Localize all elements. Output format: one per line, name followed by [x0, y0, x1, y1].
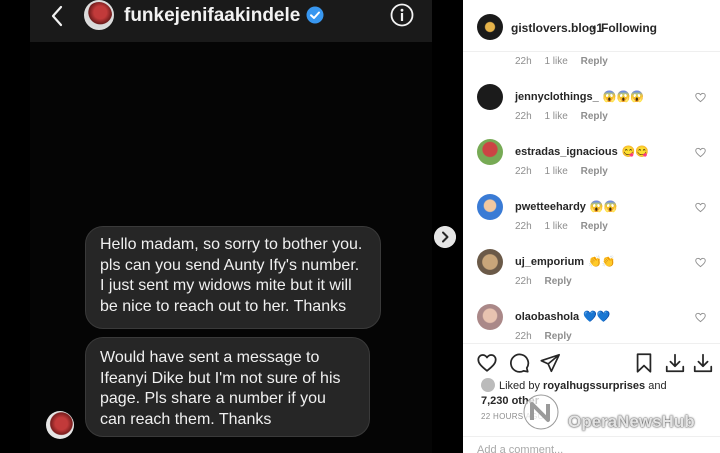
action-bar	[463, 343, 720, 383]
commenter-username[interactable]: uj_emporium	[515, 256, 584, 268]
add-comment-field[interactable]: Add a comment...	[463, 436, 720, 453]
comment-meta: 22h 1 like Reply	[515, 166, 618, 177]
owner-avatar[interactable]	[477, 14, 503, 40]
comment-text: olaobashola 💙💙	[515, 310, 611, 323]
comment-meta: 22h 1 like Reply	[515, 56, 618, 67]
reply-button[interactable]: Reply	[581, 166, 608, 177]
share-icon[interactable]	[539, 352, 561, 374]
likes-summary: Liked by royalhugssurprises and 7,230 ot…	[481, 378, 716, 409]
comment-meta: 22h 1 like Reply	[515, 221, 618, 232]
liker-username[interactable]: royalhugssurprises	[543, 380, 645, 392]
sender-avatar	[46, 411, 74, 439]
comment-body: 👏👏	[588, 256, 616, 268]
comment-time: 22h	[515, 331, 532, 341]
reply-button[interactable]: Reply	[544, 276, 571, 287]
heart-icon[interactable]	[695, 147, 706, 158]
save-icon[interactable]	[633, 352, 655, 374]
commenter-username[interactable]: estradas_ignacious	[515, 146, 618, 158]
commenter-username[interactable]: jennyclothings_	[515, 91, 599, 103]
comment: uj_emporium 👏👏	[463, 249, 720, 289]
comment-body: 😱😱	[589, 201, 618, 213]
reply-button[interactable]: Reply	[581, 221, 608, 232]
post-timestamp: 22 HOURS AGO	[481, 412, 545, 421]
comment-time: 22h	[515, 166, 532, 177]
liker-avatar	[481, 378, 495, 392]
reply-button[interactable]: Reply	[544, 331, 571, 341]
comment-body: 😋😋	[621, 146, 650, 158]
commenter-avatar[interactable]	[477, 304, 503, 330]
commenter-username[interactable]: pwetteehardy	[515, 201, 586, 213]
reply-button[interactable]: Reply	[581, 111, 608, 122]
dm-avatar	[84, 0, 114, 30]
commenter-avatar[interactable]	[477, 139, 503, 165]
comment-likes[interactable]: 1 like	[544, 221, 567, 232]
heart-icon[interactable]	[695, 257, 706, 268]
comment-time: 22h	[515, 276, 532, 287]
next-slide-button[interactable]	[434, 226, 456, 248]
commenter-username[interactable]: olaobashola	[515, 311, 579, 323]
comment-time: 22h	[515, 111, 532, 122]
dm-username: funkejenifaakindele	[124, 5, 301, 26]
heart-icon[interactable]	[476, 352, 498, 374]
comment-meta: 22h Reply	[515, 331, 582, 341]
comment-text: jennyclothings_ 😱😱😱	[515, 90, 644, 103]
verified-icon	[306, 6, 324, 24]
comment-time: 22h	[515, 221, 532, 232]
comment: olaobashola 💙💙	[463, 304, 720, 344]
download-icon[interactable]	[664, 352, 686, 374]
comment-text: estradas_ignacious 😋😋	[515, 145, 649, 158]
separator-dot: •	[592, 21, 597, 35]
heart-icon[interactable]	[695, 312, 706, 323]
reply-button[interactable]: Reply	[581, 56, 608, 67]
heart-icon[interactable]	[695, 92, 706, 103]
post-panel: gistlovers.blog1 • Following 22h 1 like …	[463, 0, 720, 453]
comment-body: 😱😱😱	[602, 91, 644, 103]
owner-username[interactable]: gistlovers.blog1	[511, 21, 603, 35]
comment-icon[interactable]	[508, 352, 530, 374]
screen: funkejenifaakindele Hello madam, so sorr…	[0, 0, 720, 453]
heart-icon[interactable]	[695, 202, 706, 213]
post-media: funkejenifaakindele Hello madam, so sorr…	[0, 0, 463, 453]
back-icon	[51, 5, 63, 27]
commenter-avatar[interactable]	[477, 249, 503, 275]
commenter-avatar[interactable]	[477, 194, 503, 220]
message-bubble: Would have sent a message to Ifeanyi Dik…	[85, 337, 370, 437]
comment-likes[interactable]: 1 like	[544, 56, 567, 67]
comment-meta: 22h Reply	[515, 276, 582, 287]
download-icon[interactable]	[692, 352, 714, 374]
info-icon	[390, 3, 414, 27]
comment-text: uj_emporium 👏👏	[515, 255, 615, 268]
following-button[interactable]: Following	[601, 21, 657, 35]
comment-likes[interactable]: 1 like	[544, 111, 567, 122]
comment-likes[interactable]: 1 like	[544, 166, 567, 177]
likes-and: and	[648, 380, 667, 392]
dm-screenshot: funkejenifaakindele Hello madam, so sorr…	[30, 0, 432, 453]
likes-count[interactable]: 7,230 other	[481, 395, 539, 407]
comment-body: 💙💙	[583, 311, 611, 323]
comment-time: 22h	[515, 56, 532, 67]
likes-prefix: Liked by	[499, 380, 540, 392]
post-header: gistlovers.blog1 • Following	[463, 0, 720, 52]
comment-meta: 22h 1 like Reply	[515, 111, 618, 122]
add-comment-placeholder: Add a comment...	[477, 444, 564, 453]
commenter-avatar[interactable]	[477, 84, 503, 110]
dm-header: funkejenifaakindele	[30, 0, 432, 42]
message-bubble: Hello madam, so sorry to bother you. pls…	[85, 226, 381, 329]
comment-text: pwetteehardy 😱😱	[515, 200, 617, 213]
